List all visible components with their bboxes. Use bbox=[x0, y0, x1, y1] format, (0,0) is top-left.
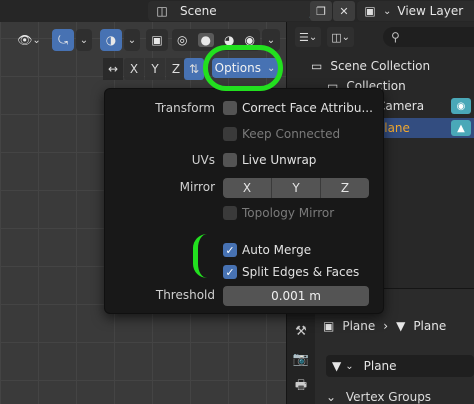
tree-item-scene-collection[interactable]: ▭ Scene Collection bbox=[287, 56, 474, 76]
mirror-label: Mirror bbox=[179, 180, 215, 194]
overlays-icon: ◑ bbox=[105, 33, 117, 47]
xray-icon: ▣ bbox=[151, 33, 163, 47]
filter-button[interactable]: ◫ ⌄ bbox=[327, 27, 355, 47]
chevron-down-icon: ⌄ bbox=[32, 34, 41, 46]
mirror-options-icon: ↔ bbox=[103, 58, 123, 80]
topology-mirror-checkbox[interactable]: Topology Mirror bbox=[223, 206, 334, 220]
wireframe-shading-icon[interactable]: ◎ bbox=[177, 33, 187, 47]
threshold-field[interactable]: 0.001 m bbox=[223, 286, 369, 306]
overlays-toggle-button[interactable]: ◑ bbox=[100, 29, 122, 51]
mirror-x-button[interactable]: X bbox=[223, 178, 272, 198]
new-scene-button[interactable]: ❐ bbox=[310, 1, 332, 21]
outliner-search-input[interactable]: ⚲ bbox=[383, 27, 474, 47]
mesh-icon: ▼ bbox=[396, 319, 406, 333]
keep-connected-checkbox[interactable]: Keep Connected bbox=[223, 127, 340, 141]
scene-name: Scene bbox=[180, 4, 217, 18]
chevron-down-icon: ⌄ bbox=[79, 34, 89, 46]
mirror-z-button[interactable]: Z bbox=[321, 178, 369, 198]
threshold-label: Threshold bbox=[155, 288, 215, 302]
filter-icon: ◫ bbox=[331, 30, 342, 44]
object-icon: ▣ bbox=[323, 319, 335, 333]
vertex-groups-panel-header[interactable]: ⌄ Vertex Groups bbox=[326, 390, 474, 404]
checkbox-box bbox=[223, 101, 237, 115]
chevron-down-icon: ⌄ bbox=[308, 31, 318, 43]
correct-face-attributes-checkbox[interactable]: Correct Face Attribu... bbox=[223, 101, 373, 115]
scene-icon: ◫ bbox=[156, 4, 168, 18]
mesh-icon: ▼ bbox=[332, 359, 342, 373]
live-unwrap-checkbox[interactable]: Live Unwrap bbox=[223, 153, 316, 167]
chevron-down-icon: ⌄ bbox=[383, 5, 392, 17]
xray-toggle-button[interactable]: ▣ bbox=[146, 29, 168, 51]
scene-selector[interactable]: ◫ Scene 📌 bbox=[148, 1, 326, 21]
tool-icon[interactable]: ⚒ bbox=[291, 321, 311, 341]
uvs-label: UVs bbox=[191, 153, 215, 167]
eye-icon: 👁 bbox=[17, 33, 33, 47]
checkmark-icon: ✓ bbox=[223, 265, 237, 279]
breadcrumb: ▣ Plane › ▼ Plane bbox=[323, 319, 447, 333]
split-edges-faces-checkbox[interactable]: ✓ Split Edges & Faces bbox=[223, 265, 359, 279]
chevron-down-icon: ⌄ bbox=[127, 34, 137, 46]
search-icon: ⚲ bbox=[391, 30, 400, 44]
gizmo-dropdown[interactable]: ⌄ bbox=[76, 29, 92, 51]
top-bar: ◫ Scene 📌 ❐ ✕ ▣ ⌄ View Layer bbox=[0, 0, 474, 22]
gizmo-icon: ⤿ bbox=[58, 32, 68, 47]
options-popover: Transform Correct Face Attribu... Keep C… bbox=[104, 88, 384, 314]
properties-tabs: ⚒ 📷 🖶 bbox=[287, 309, 315, 404]
gizmo-toggle-button[interactable]: ⤿ bbox=[52, 29, 74, 51]
axis-y-button[interactable]: Y bbox=[145, 58, 165, 80]
snap-toggle-button[interactable]: ⇅ bbox=[184, 58, 204, 80]
mesh-data-name: Plane bbox=[363, 359, 397, 373]
mesh-data-selector[interactable]: ▼ ⌄ Plane bbox=[326, 355, 474, 377]
axis-x-button[interactable]: X bbox=[124, 58, 144, 80]
auto-merge-checkbox[interactable]: ✓ Auto Merge bbox=[223, 243, 311, 257]
render-icon[interactable]: 📷 bbox=[291, 349, 311, 369]
view-layer-selector[interactable]: ▣ ⌄ View Layer bbox=[357, 1, 474, 21]
chevron-down-icon: ⌄ bbox=[345, 360, 354, 372]
view-layer-icon: ▣ bbox=[364, 4, 376, 18]
overlays-dropdown[interactable]: ⌄ bbox=[124, 29, 140, 51]
mirror-y-button[interactable]: Y bbox=[272, 178, 321, 198]
camera-data-icon[interactable]: ◉ bbox=[451, 98, 471, 114]
annotation-circle bbox=[203, 45, 283, 91]
outliner-icon: ☰ bbox=[299, 30, 309, 44]
axis-z-button[interactable]: Z bbox=[166, 58, 186, 80]
mirror-axis-group: X Y Z bbox=[223, 178, 369, 198]
visibility-dropdown[interactable]: 👁 ⌄ bbox=[12, 29, 46, 51]
annotation-stroke bbox=[193, 234, 207, 278]
chevron-down-icon: ⌄ bbox=[341, 31, 351, 43]
checkbox-box bbox=[223, 153, 237, 167]
chevron-right-icon: › bbox=[383, 319, 389, 333]
transform-label: Transform bbox=[155, 101, 215, 115]
checkbox-box bbox=[223, 206, 237, 220]
delete-scene-button[interactable]: ✕ bbox=[333, 1, 355, 21]
mesh-data-icon[interactable]: ▲ bbox=[451, 120, 471, 136]
solid-shading-icon[interactable]: ● bbox=[197, 33, 214, 47]
chevron-down-icon: ⌄ bbox=[266, 34, 276, 46]
checkbox-box bbox=[223, 127, 237, 141]
chevron-down-icon: ⌄ bbox=[326, 390, 337, 404]
checkmark-icon: ✓ bbox=[223, 243, 237, 257]
output-icon[interactable]: 🖶 bbox=[291, 377, 311, 397]
view-layer-name: View Layer bbox=[397, 4, 464, 18]
scene-collection-icon: ▭ bbox=[311, 59, 323, 73]
display-mode-dropdown[interactable]: ☰ ⌄ bbox=[295, 27, 322, 47]
